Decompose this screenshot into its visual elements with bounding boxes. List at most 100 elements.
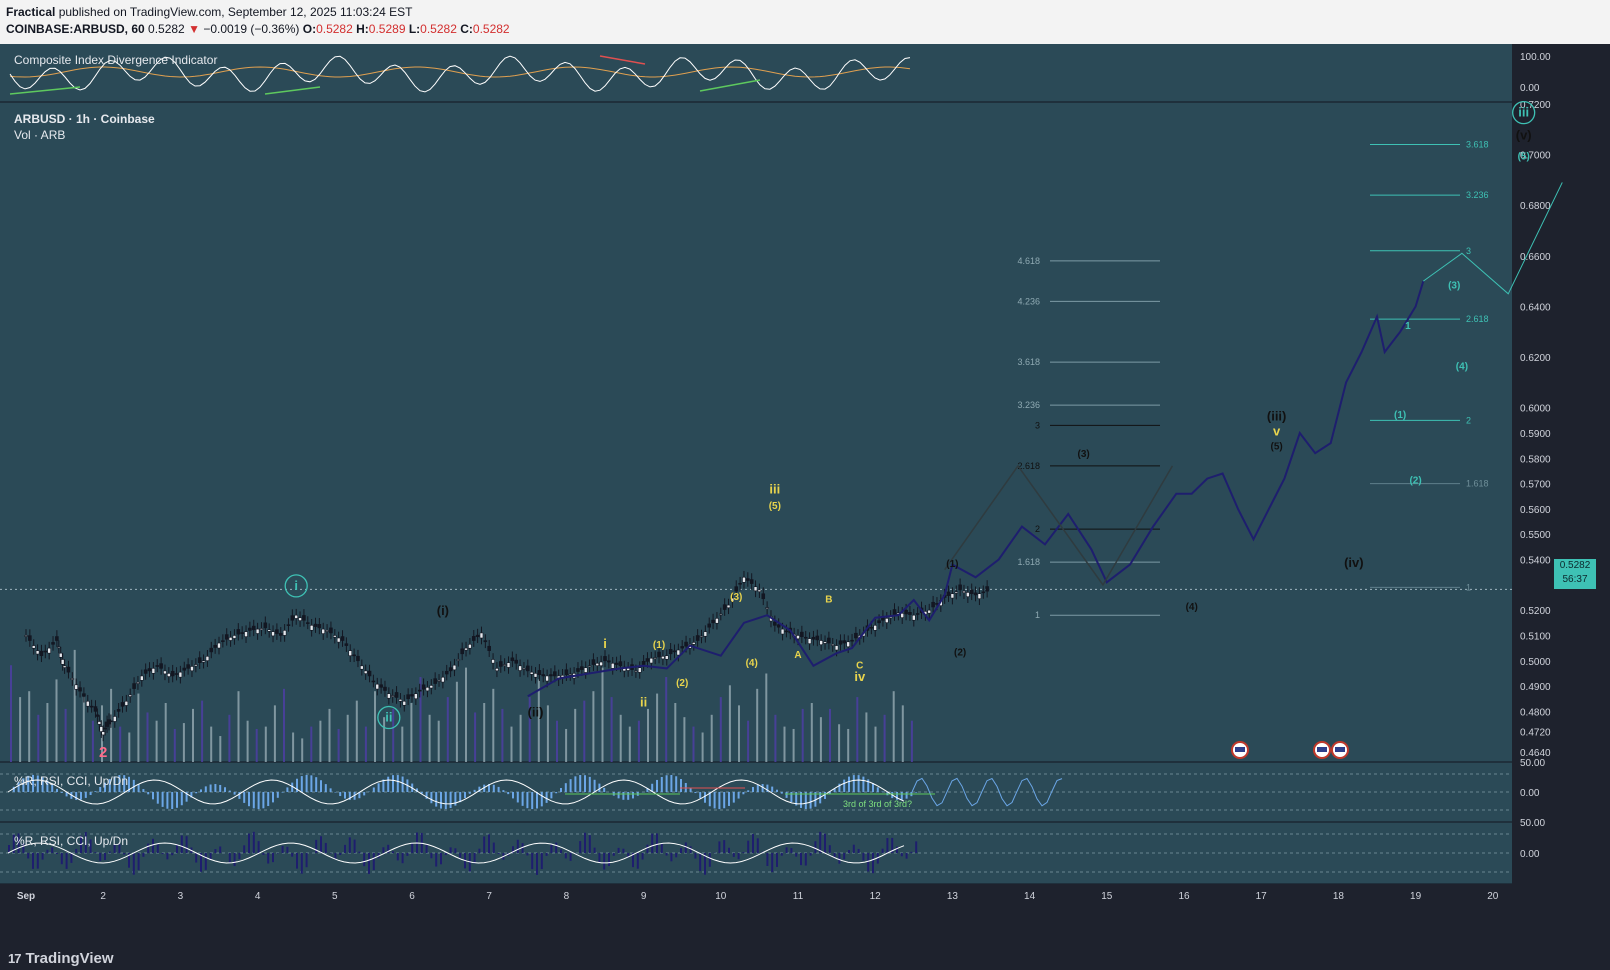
candle-body	[776, 624, 781, 628]
osc-bar	[473, 789, 476, 792]
volume-bar	[128, 732, 131, 762]
fib-level-label: 1	[1035, 610, 1040, 620]
volume-bar	[601, 667, 604, 762]
us-flag-icon	[1335, 747, 1345, 752]
volume-bar	[610, 697, 613, 762]
osc-bar	[742, 792, 745, 795]
osc-bar	[545, 792, 548, 803]
symbol-label: COINBASE:ARBUSD, 60	[6, 22, 145, 36]
volume-title[interactable]: Vol · ARB	[14, 128, 65, 142]
volume-bar	[465, 667, 467, 762]
wave-label: (2)	[676, 678, 688, 689]
candle-body	[421, 684, 426, 690]
volume-bar	[182, 723, 185, 762]
osc2-title[interactable]: %R, RSI, CCI, Up/Dn	[14, 834, 128, 848]
osc-bar	[555, 842, 558, 853]
osc-bar	[915, 841, 918, 853]
osc-bar	[646, 844, 649, 853]
candle-body	[977, 593, 982, 600]
osc-bar	[233, 792, 236, 795]
candle-body	[70, 678, 75, 680]
time-tick: 7	[486, 891, 492, 902]
osc-bar	[228, 853, 231, 863]
chart-area[interactable]: 100.00 0.00 0.7200 0.7000 0.6800 0.6600 0.6400…	[0, 44, 1610, 948]
osc-bar	[204, 853, 207, 870]
candle-body	[66, 666, 71, 673]
candle-body	[468, 644, 472, 649]
osc-bar	[454, 848, 457, 853]
candle-body	[634, 670, 638, 673]
price-tick: 0.5500	[1520, 530, 1551, 541]
volume-bar	[410, 703, 413, 762]
candle-body	[568, 673, 573, 676]
volume-bar	[155, 720, 158, 762]
candle-body	[641, 661, 646, 665]
volume-bar	[510, 726, 513, 762]
volume-bar	[546, 705, 549, 762]
candle-body	[908, 612, 912, 615]
volume-bar	[173, 728, 176, 762]
volume-bar	[355, 700, 358, 762]
osc-bar	[516, 839, 519, 853]
volume-bar	[82, 697, 85, 762]
volume-bar	[556, 720, 558, 762]
volume-bar	[738, 705, 740, 762]
osc-bar	[776, 789, 778, 792]
brand[interactable]: 17 TradingView	[8, 950, 114, 967]
osc-bar	[219, 784, 222, 792]
osc-bar	[214, 849, 217, 853]
candle-body	[60, 659, 65, 665]
candle-body	[765, 607, 769, 609]
candle-body	[325, 630, 329, 632]
candle-body	[95, 714, 100, 717]
osc-bar	[531, 853, 534, 870]
osc-bar	[315, 777, 318, 792]
osc-bar	[440, 792, 442, 809]
chart-svg[interactable]: 100.000.000.72000.70000.68000.66000.6400…	[0, 44, 1610, 948]
candle-body	[518, 665, 522, 671]
candle-body	[950, 593, 955, 599]
wave-label: B	[825, 595, 832, 606]
osc-tick: 50.00	[1520, 758, 1545, 769]
candle-body	[614, 662, 619, 665]
candle-body	[491, 659, 495, 664]
fib-level-label: 3	[1466, 246, 1471, 256]
candle-body	[151, 668, 156, 674]
osc-bar	[804, 853, 807, 866]
time-tick: 4	[255, 891, 261, 902]
osc-bar	[219, 846, 222, 853]
volume-bar	[146, 712, 149, 762]
osc-bar	[75, 848, 78, 853]
fib-level-label: 1.618	[1017, 557, 1040, 567]
candle-body	[248, 627, 252, 631]
volume-bar	[628, 726, 631, 762]
volume-bar	[756, 688, 759, 762]
candle-body	[201, 660, 206, 663]
osc-bar	[742, 852, 745, 853]
candle-body	[43, 650, 48, 653]
wave-label: A	[794, 650, 801, 661]
osc-bar	[51, 847, 54, 853]
osc-bar	[152, 838, 154, 853]
candle-body	[414, 693, 418, 700]
publisher-name[interactable]: Fractical	[6, 5, 55, 19]
candle-body	[348, 650, 353, 656]
candle-body	[101, 731, 105, 736]
wave-label: (iii)	[1267, 408, 1287, 423]
volume-bar	[228, 714, 231, 762]
cidi-title[interactable]: Composite Index Divergence Indicator	[14, 53, 217, 67]
price-tick: 0.6200	[1520, 353, 1551, 364]
osc-bar	[857, 775, 860, 792]
candle-body	[178, 671, 183, 678]
candle-body	[251, 625, 256, 631]
volume-bar	[901, 705, 904, 762]
candle-body	[51, 642, 55, 645]
time-tick: 10	[715, 891, 727, 902]
osc-bar	[291, 853, 294, 857]
wave-label: (1)	[653, 640, 665, 651]
osc1-title[interactable]: %R, RSI, CCI, Up/Dn	[14, 774, 128, 788]
candle-body	[387, 693, 391, 699]
main-title[interactable]: ARBUSD · 1h · Coinbase	[14, 112, 155, 126]
osc-bar	[281, 792, 284, 793]
candle-body	[626, 668, 630, 671]
